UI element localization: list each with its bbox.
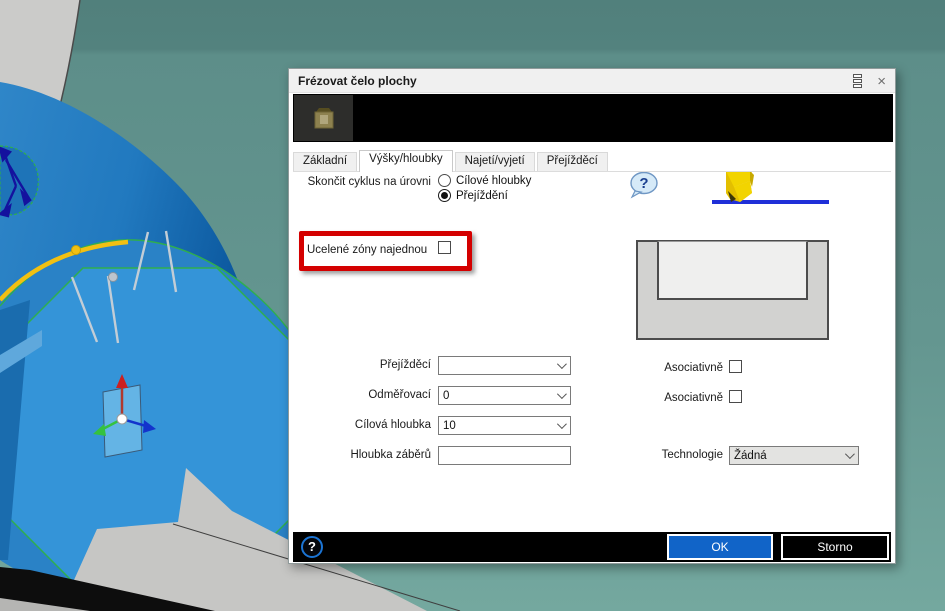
chevron-down-icon — [557, 389, 567, 399]
tab-prejizdeci[interactable]: Přejížděcí — [537, 152, 608, 171]
cross-section-diagram — [636, 240, 829, 340]
technology-label: Technologie — [623, 449, 723, 461]
tab-vysky-hloubky[interactable]: Výšky/hloubky — [359, 150, 453, 172]
help-bubble-icon[interactable]: ? — [629, 171, 661, 199]
field-prejizdeci-label: Přejížděcí — [299, 359, 431, 371]
window-menu-icon[interactable] — [851, 72, 864, 90]
zones-checkbox[interactable] — [438, 241, 451, 254]
tab-zakladni[interactable]: Základní — [293, 152, 357, 171]
dialog-titlebar[interactable]: Frézovat čelo plochy — [289, 69, 895, 93]
close-icon[interactable]: × — [874, 74, 889, 89]
tab-najeti-vyjeti[interactable]: Najetí/vyjetí — [455, 152, 535, 171]
ok-button[interactable]: OK — [667, 534, 773, 560]
operation-banner — [293, 94, 893, 142]
storno-button[interactable]: Storno — [781, 534, 889, 560]
stock-box-icon — [309, 104, 339, 132]
chevron-down-icon — [557, 419, 567, 429]
zones-checkbox-label: Ucelené zóny najednou — [307, 244, 431, 256]
dialog-frezovat-celo-plochy: Frézovat čelo plochy × Základní Výšky/hl… — [288, 68, 896, 564]
assoc-2-label: Asociativně — [623, 392, 723, 404]
cycle-level-label: Skončit cyklus na úrovni — [299, 176, 431, 188]
help-glyph: ? — [639, 175, 648, 192]
operation-thumbnail[interactable] — [294, 95, 353, 141]
assoc-2-checkbox[interactable] — [729, 390, 742, 403]
tool-over-surface-icon — [710, 169, 832, 209]
field-cilova-hloubka-combo[interactable]: 10 — [438, 416, 571, 435]
field-prejizdeci-combo[interactable] — [438, 356, 571, 375]
cross-section-pocket — [657, 241, 808, 300]
assoc-1-checkbox[interactable] — [729, 360, 742, 373]
field-odmerovaci-combo[interactable]: 0 — [438, 386, 571, 405]
dialog-footer: ? OK Storno — [293, 532, 891, 562]
field-odmerovaci-label: Odměřovací — [299, 389, 431, 401]
chevron-down-icon — [557, 359, 567, 369]
tab-bar: Základní Výšky/hloubky Najetí/vyjetí Pře… — [293, 150, 610, 171]
footer-help-icon[interactable]: ? — [301, 536, 323, 558]
radio-prejizdeni-label: Přejíždění — [456, 190, 508, 202]
radio-cilove-hloubky[interactable] — [438, 174, 451, 187]
field-hloubka-zaberu-input[interactable] — [438, 446, 571, 465]
technology-dropdown[interactable]: Žádná — [729, 446, 859, 465]
assoc-1-label: Asociativně — [623, 362, 723, 374]
field-cilova-hloubka-label: Cílová hloubka — [299, 419, 431, 431]
dialog-title: Frézovat čelo plochy — [298, 74, 417, 88]
screen: Frézovat čelo plochy × Základní Výšky/hl… — [0, 0, 945, 611]
radio-cilove-hloubky-label: Cílové hloubky — [456, 175, 531, 187]
field-hloubka-zaberu-label: Hloubka záběrů — [299, 449, 431, 461]
radio-prejizdeni[interactable] — [438, 189, 451, 202]
chevron-down-icon — [845, 449, 855, 459]
